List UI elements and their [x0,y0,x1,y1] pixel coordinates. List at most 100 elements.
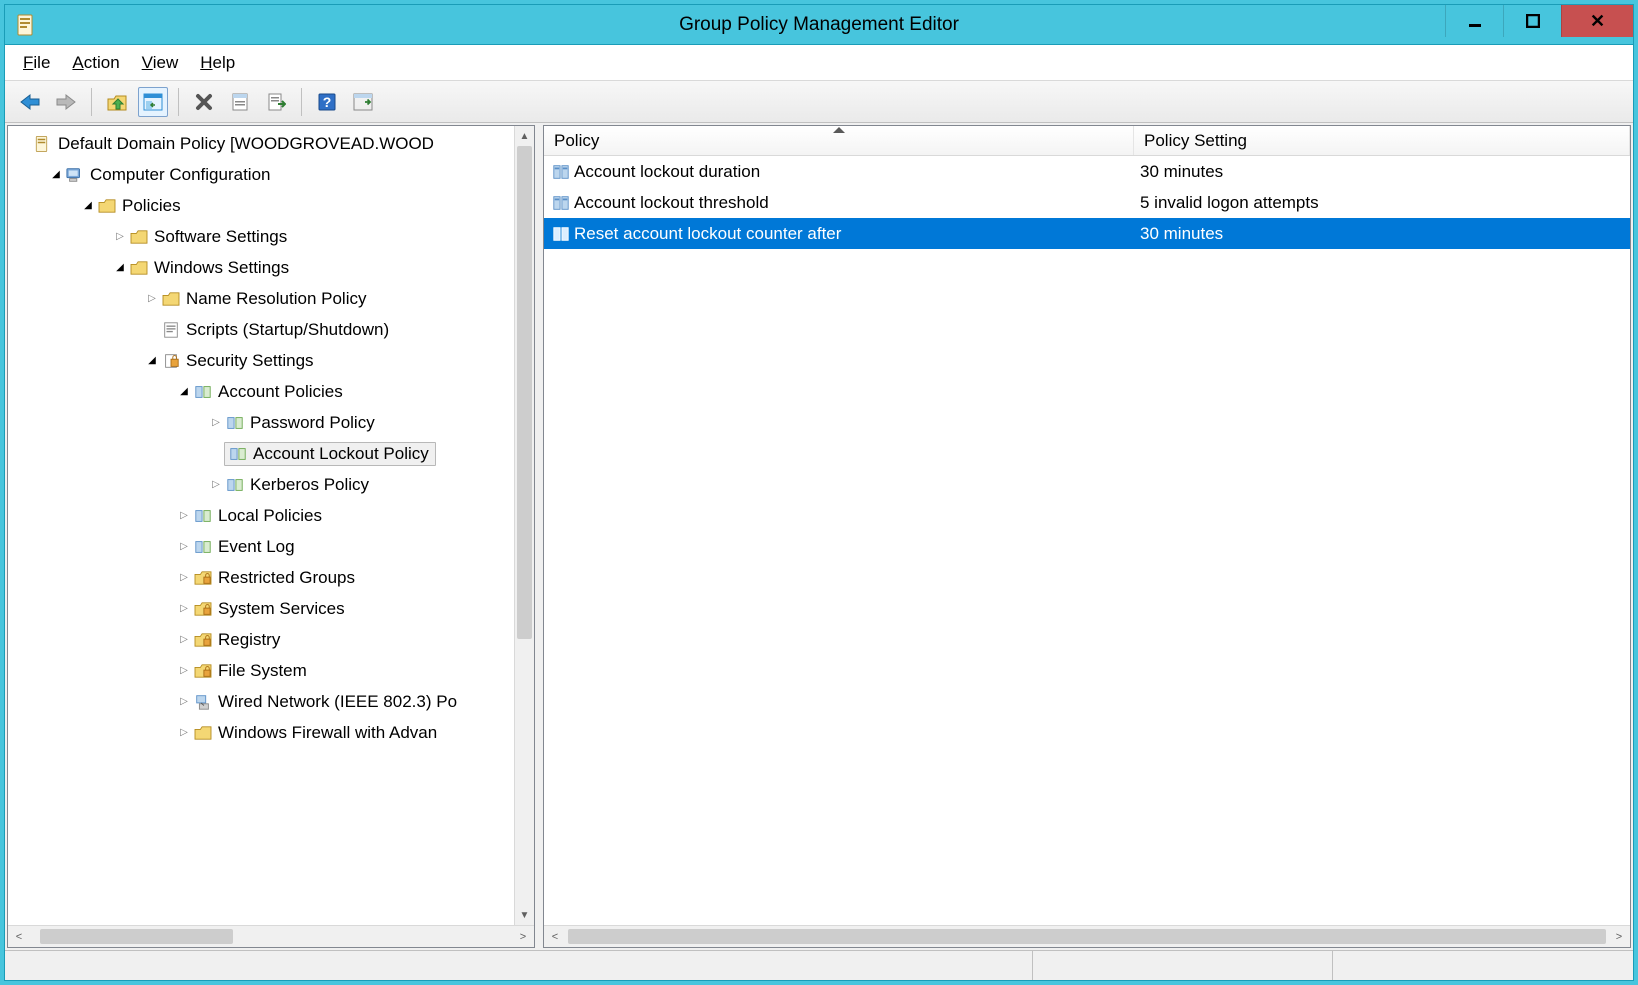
tree-local-policies[interactable]: ▷ Local Policies [8,500,514,531]
expand-glyph-icon[interactable]: ▷ [112,229,128,245]
expand-glyph-icon[interactable]: ▷ [144,291,160,307]
menu-action[interactable]: Action [72,53,119,73]
maximize-button[interactable] [1503,5,1561,37]
list-row[interactable]: Account lockout duration30 minutes [544,156,1630,187]
scroll-right-icon[interactable]: > [512,926,534,947]
expand-glyph-icon[interactable]: ▷ [176,694,192,710]
scroll-up-icon[interactable]: ▲ [515,126,534,146]
tree-item-label: Software Settings [154,227,287,247]
expand-glyph-icon[interactable]: ▷ [208,477,224,493]
tree-security-settings[interactable]: ◢ Security Settings [8,345,514,376]
help-button[interactable]: ? [312,87,342,117]
expand-glyph-icon[interactable]: ▷ [176,508,192,524]
expand-glyph-icon[interactable] [144,322,160,338]
tree-event-log[interactable]: ▷Event Log [8,531,514,562]
scrollbar-thumb[interactable] [517,146,532,639]
filter-button[interactable] [348,87,378,117]
tree-windows-firewall[interactable]: ▷Windows Firewall with Advan [8,717,514,748]
tree-file-system[interactable]: ▷ File System [8,655,514,686]
tree-item-label: Policies [122,196,181,216]
tree-item-label: Security Settings [186,351,314,371]
tree-system-services[interactable]: ▷System Services [8,593,514,624]
expand-glyph-icon[interactable]: ▷ [208,415,224,431]
expand-glyph-icon[interactable]: ▷ [176,725,192,741]
expand-glyph-icon[interactable]: ▷ [176,663,192,679]
list-body[interactable]: Account lockout duration30 minutesAccoun… [544,156,1630,925]
tree-pane: Default Domain Policy [WOODGROVEAD.WOOD◢… [7,125,535,948]
scroll-down-icon[interactable]: ▼ [515,905,534,925]
tree-account-policies[interactable]: ◢Account Policies [8,376,514,407]
properties-button[interactable] [225,87,255,117]
scrollbar-thumb[interactable] [568,929,1606,944]
expand-glyph-icon[interactable]: ◢ [144,353,160,369]
tree-vertical-scrollbar[interactable]: ▲ ▼ [514,126,534,925]
tree-item-label: Local Policies [218,506,322,526]
tree-item-label: Account Lockout Policy [253,444,429,464]
tree-item-label: Kerberos Policy [250,475,369,495]
menu-file[interactable]: File [23,53,50,73]
tree-scripts[interactable]: Scripts (Startup/Shutdown) [8,314,514,345]
column-header-policy[interactable]: Policy [544,126,1134,155]
back-button[interactable] [15,87,45,117]
tree-password-policy[interactable]: ▷Password Policy [8,407,514,438]
tree-policies[interactable]: ◢ Policies [8,190,514,221]
list-row[interactable]: Reset account lockout counter after30 mi… [544,218,1630,249]
tree-item-label: Computer Configuration [90,165,270,185]
expand-glyph-icon[interactable] [16,136,32,152]
export-button[interactable] [261,87,291,117]
tree-horizontal-scrollbar[interactable]: < > [8,925,534,947]
list-horizontal-scrollbar[interactable]: < > [544,925,1630,947]
expand-glyph-icon[interactable] [208,446,224,462]
scroll-left-icon[interactable]: < [8,926,30,947]
expand-glyph-icon[interactable]: ◢ [112,260,128,276]
tree-registry[interactable]: ▷Registry [8,624,514,655]
menu-view[interactable]: View [142,53,179,73]
tree-restricted-groups[interactable]: ▷ Restricted Groups [8,562,514,593]
policy-name: Account lockout threshold [574,193,769,213]
tree-item-label: File System [218,661,307,681]
tree-item-label: Scripts (Startup/Shutdown) [186,320,389,340]
computer-icon [64,165,86,185]
delete-button[interactable] [189,87,219,117]
scroll-right-icon[interactable]: > [1608,926,1630,947]
expand-glyph-icon[interactable]: ◢ [48,167,64,183]
tree-wired-network[interactable]: ▷Wired Network (IEEE 802.3) Po [8,686,514,717]
expand-glyph-icon[interactable]: ▷ [176,632,192,648]
folder-icon [192,723,214,743]
forward-button[interactable] [51,87,81,117]
show-hide-tree-button[interactable] [138,87,168,117]
status-cell [5,951,1033,980]
tree-kerberos-policy[interactable]: ▷ Kerberos Policy [8,469,514,500]
policy-name: Account lockout duration [574,162,760,182]
up-button[interactable] [102,87,132,117]
tree-name-resolution-policy[interactable]: ▷Name Resolution Policy [8,283,514,314]
minimize-button[interactable] [1445,5,1503,37]
policy-item-icon [550,163,572,181]
tree-computer-configuration[interactable]: ◢ Computer Configuration [8,159,514,190]
policyNode-icon [227,444,249,464]
expand-glyph-icon[interactable]: ▷ [176,539,192,555]
tree-account-lockout-policy[interactable]: Account Lockout Policy [8,438,514,469]
folder-icon [128,258,150,278]
list-row[interactable]: Account lockout threshold5 invalid logon… [544,187,1630,218]
tree-windows-settings[interactable]: ◢Windows Settings [8,252,514,283]
column-header-setting[interactable]: Policy Setting [1134,126,1630,155]
folder-icon [160,289,182,309]
policy-tree[interactable]: Default Domain Policy [WOODGROVEAD.WOOD◢… [8,126,514,925]
scrollbar-thumb[interactable] [40,929,233,944]
close-button[interactable]: ✕ [1561,5,1633,37]
toolbar: ? [5,81,1633,123]
folder-icon [96,196,118,216]
expand-glyph-icon[interactable]: ▷ [176,601,192,617]
menubar: File Action View Help [5,45,1633,81]
pane-splitter[interactable] [535,125,543,948]
scroll-left-icon[interactable]: < [544,926,566,947]
tree-item-label: Restricted Groups [218,568,355,588]
menu-help[interactable]: Help [200,53,235,73]
tree-root[interactable]: Default Domain Policy [WOODGROVEAD.WOOD [8,128,514,159]
expand-glyph-icon[interactable]: ▷ [176,570,192,586]
expand-glyph-icon[interactable]: ◢ [80,198,96,214]
tree-software-settings[interactable]: ▷ Software Settings [8,221,514,252]
shield-icon [160,351,182,371]
expand-glyph-icon[interactable]: ◢ [176,384,192,400]
